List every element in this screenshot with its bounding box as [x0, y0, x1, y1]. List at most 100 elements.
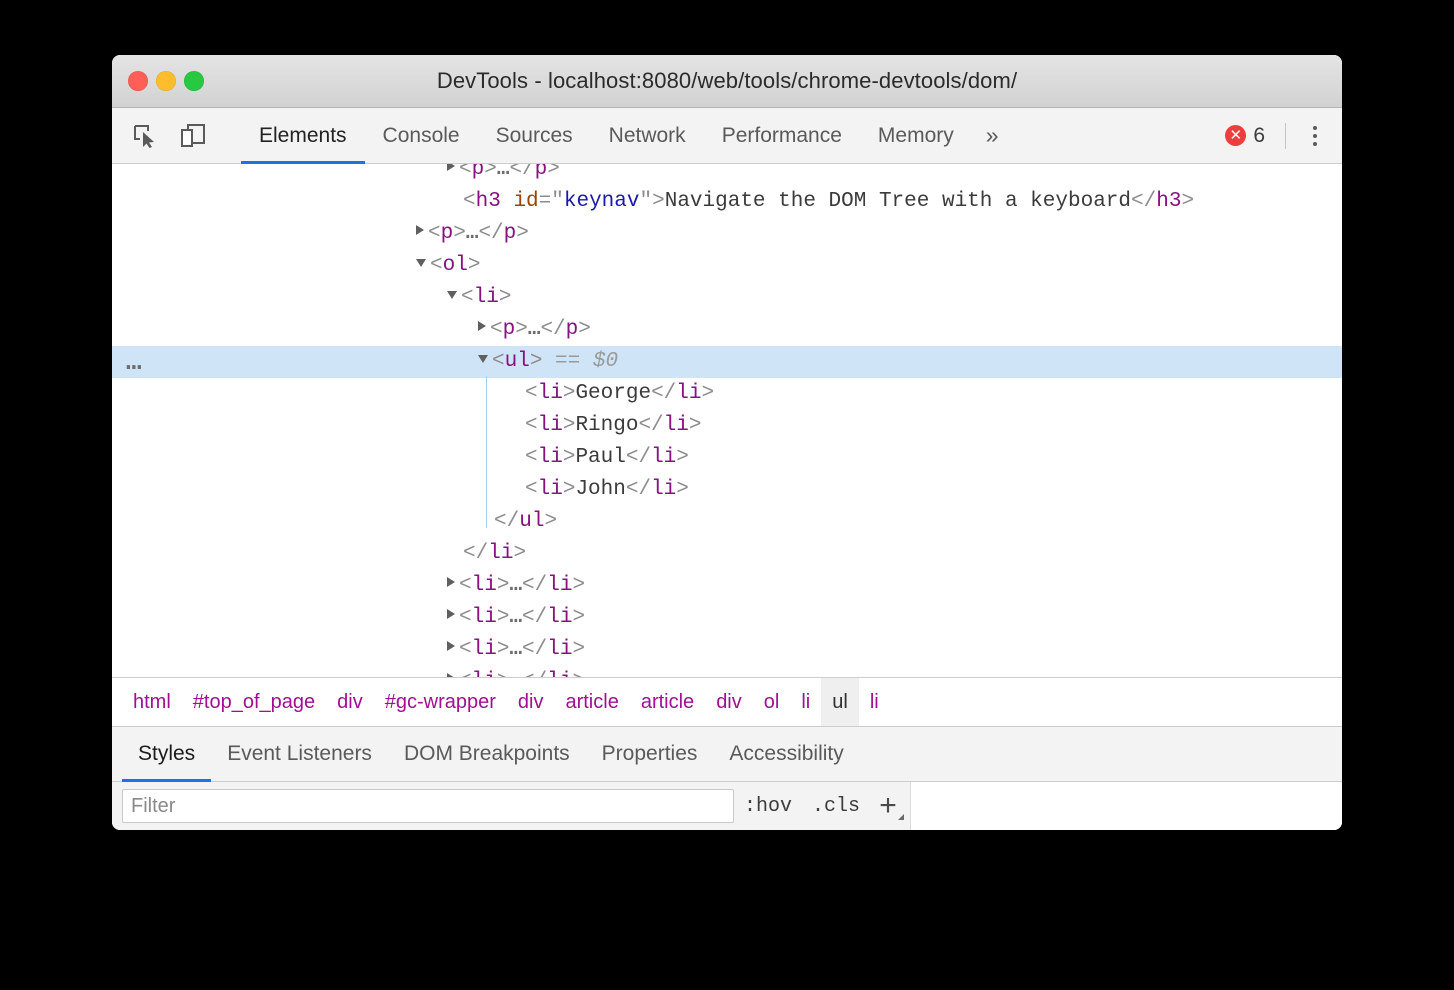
- dom-node-row[interactable]: <li>…</li>: [112, 666, 1342, 677]
- dom-node-row[interactable]: <p>…</p>: [112, 164, 1342, 186]
- dom-tree-panel[interactable]: <p>…</p><h3 id="keynav">Navigate the DOM…: [112, 164, 1342, 677]
- minimize-button[interactable]: [156, 71, 176, 91]
- tab-sources[interactable]: Sources: [478, 108, 591, 163]
- dom-token-brak: >: [572, 670, 585, 677]
- dom-node-row[interactable]: <li>…</li>: [112, 634, 1342, 666]
- breadcrumb-item-li[interactable]: li: [790, 678, 821, 726]
- error-count-badge[interactable]: ✕ 6: [1219, 124, 1271, 148]
- breadcrumb-item-article[interactable]: article: [554, 678, 629, 726]
- dom-token-brak: >: [453, 222, 466, 245]
- dom-node-row[interactable]: <li>John</li>: [112, 474, 1342, 506]
- dom-node-row[interactable]: <li>…</li>: [112, 602, 1342, 634]
- dom-node-content: <p>…</p>: [416, 218, 529, 250]
- dom-token-brak: ": [551, 190, 564, 213]
- breadcrumb-item-div[interactable]: div: [705, 678, 753, 726]
- inspect-element-icon[interactable]: [126, 117, 164, 155]
- tab-elements[interactable]: Elements: [241, 108, 365, 163]
- kebab-menu-icon[interactable]: [1300, 118, 1330, 154]
- dom-node-content: </ul>: [478, 506, 557, 538]
- dom-token-brak: >: [513, 542, 526, 565]
- twisty-collapsed-icon[interactable]: [447, 673, 455, 677]
- dom-token-brak: <: [492, 350, 505, 373]
- dom-token-txt: [580, 350, 593, 373]
- breadcrumb-item-ol[interactable]: ol: [753, 678, 791, 726]
- twisty-expanded-icon[interactable]: [447, 291, 457, 299]
- breadcrumb-item--gc-wrapper[interactable]: #gc-wrapper: [374, 678, 507, 726]
- dom-token-brak: <: [525, 414, 538, 437]
- dom-token-txt: John: [575, 478, 625, 501]
- twisty-collapsed-icon[interactable]: [447, 641, 455, 651]
- error-count-label: 6: [1253, 124, 1265, 148]
- filter-input[interactable]: [122, 789, 734, 823]
- tab-console[interactable]: Console: [365, 108, 478, 163]
- zoom-button[interactable]: [184, 71, 204, 91]
- dom-node-row[interactable]: <p>…</p>: [112, 218, 1342, 250]
- cls-toggle-button[interactable]: .cls: [802, 795, 870, 818]
- close-button[interactable]: [128, 71, 148, 91]
- dom-token-tag: ol: [443, 254, 468, 277]
- toolbar-icon-group: [112, 108, 241, 163]
- dom-token-tag: li: [538, 446, 563, 469]
- breadcrumb-item--top-of-page[interactable]: #top_of_page: [182, 678, 326, 726]
- dom-node-row[interactable]: <li>George</li>: [112, 378, 1342, 410]
- breadcrumb-item-div[interactable]: div: [326, 678, 374, 726]
- dom-node-row[interactable]: </ul>: [112, 506, 1342, 538]
- dom-token-brak: <: [428, 222, 441, 245]
- twisty-expanded-icon[interactable]: [478, 355, 488, 363]
- pane-tab-accessibility[interactable]: Accessibility: [713, 727, 859, 781]
- twisty-collapsed-icon[interactable]: [447, 164, 455, 171]
- tab-network[interactable]: Network: [591, 108, 704, 163]
- dom-node-content: <li>John</li>: [509, 474, 689, 506]
- styles-panel: :hov .cls +: [112, 782, 1342, 830]
- dom-node-row[interactable]: <li>Paul</li>: [112, 442, 1342, 474]
- panel-tabs: Elements Console Sources Network Perform…: [241, 108, 1013, 163]
- dom-token-brak: </: [463, 542, 488, 565]
- dom-node-row-selected[interactable]: …<ul> == $0: [112, 346, 1342, 378]
- breadcrumb-item-article[interactable]: article: [630, 678, 705, 726]
- twisty-placeholder: [447, 550, 459, 551]
- dom-token-brak: >: [572, 638, 585, 661]
- breadcrumb-item-ul[interactable]: ul: [821, 678, 859, 726]
- twisty-collapsed-icon[interactable]: [478, 321, 486, 331]
- dom-node-row[interactable]: <li>Ringo</li>: [112, 410, 1342, 442]
- twisty-collapsed-icon[interactable]: [447, 577, 455, 587]
- dom-token-tag: p: [504, 222, 517, 245]
- dom-token-txt: George: [575, 382, 651, 405]
- pane-tab-dom-breakpoints[interactable]: DOM Breakpoints: [388, 727, 586, 781]
- dom-node-row[interactable]: <h3 id="keynav">Navigate the DOM Tree wi…: [112, 186, 1342, 218]
- hov-toggle-button[interactable]: :hov: [734, 795, 802, 818]
- dom-token-brak: >: [497, 670, 510, 677]
- more-tabs-icon[interactable]: »: [972, 108, 1013, 163]
- twisty-expanded-icon[interactable]: [416, 259, 426, 267]
- dom-token-txt: [542, 350, 555, 373]
- dom-token-tag: p: [441, 222, 454, 245]
- dom-node-row[interactable]: </li>: [112, 538, 1342, 570]
- pane-tab-styles[interactable]: Styles: [122, 727, 211, 781]
- twisty-collapsed-icon[interactable]: [447, 609, 455, 619]
- plus-icon: +: [879, 791, 897, 821]
- dom-token-brak: >: [516, 222, 529, 245]
- breadcrumb-item-div[interactable]: div: [507, 678, 555, 726]
- tab-performance[interactable]: Performance: [704, 108, 860, 163]
- node-overflow-dots: …: [126, 346, 143, 378]
- dom-token-brak: >: [497, 606, 510, 629]
- dom-token-tag: p: [472, 164, 485, 181]
- dom-node-content: <li>George</li>: [509, 378, 714, 410]
- dom-node-row[interactable]: <li>…</li>: [112, 570, 1342, 602]
- new-style-rule-button[interactable]: +: [870, 789, 906, 823]
- twisty-collapsed-icon[interactable]: [416, 225, 424, 235]
- error-circle-icon: ✕: [1225, 125, 1246, 146]
- dom-node-row[interactable]: <p>…</p>: [112, 314, 1342, 346]
- pane-tab-properties[interactable]: Properties: [586, 727, 714, 781]
- pane-tab-event-listeners[interactable]: Event Listeners: [211, 727, 388, 781]
- dom-token-sel0: $0: [593, 350, 618, 373]
- tab-memory[interactable]: Memory: [860, 108, 972, 163]
- breadcrumb-item-li[interactable]: li: [859, 678, 890, 726]
- device-toolbar-icon[interactable]: [174, 117, 212, 155]
- dom-node-row[interactable]: <li>: [112, 282, 1342, 314]
- toolbar-divider-right: [1285, 123, 1286, 149]
- dom-token-tag: li: [547, 638, 572, 661]
- dom-token-tag: li: [472, 638, 497, 661]
- dom-node-row[interactable]: <ol>: [112, 250, 1342, 282]
- breadcrumb-item-html[interactable]: html: [122, 678, 182, 726]
